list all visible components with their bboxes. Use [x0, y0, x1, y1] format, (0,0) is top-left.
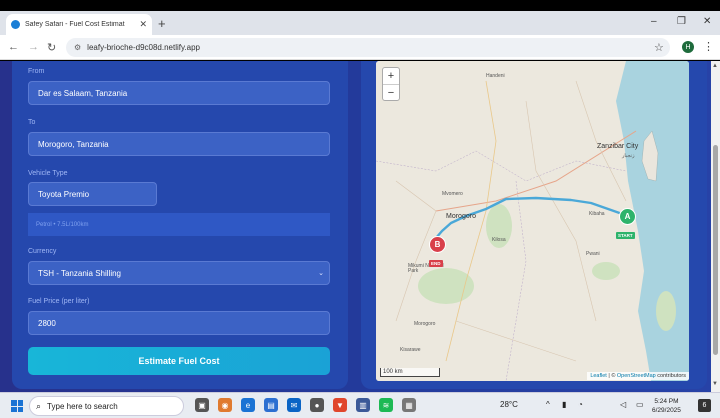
end-marker[interactable]: B: [429, 236, 446, 253]
end-marker-tag: END: [429, 260, 443, 267]
map-label-kisarawe: Kisarawe: [400, 347, 421, 353]
edge-icon[interactable]: e: [241, 398, 255, 412]
map-label-pwani: Pwani: [586, 251, 600, 257]
tray-chevron-icon[interactable]: ^: [546, 400, 550, 409]
weather-widget[interactable]: 28°C: [500, 400, 518, 409]
zoom-out-button[interactable]: −: [383, 85, 399, 102]
volume-icon[interactable]: ◁: [620, 400, 626, 409]
start-marker-tag: START: [616, 232, 635, 239]
browser-menu-icon[interactable]: ⋮: [703, 40, 714, 53]
vehicle-type-label: Vehicle Type: [28, 170, 68, 177]
currency-value: TSH - Tanzania Shilling: [38, 268, 122, 278]
network-icon[interactable]: ◔: [578, 400, 583, 409]
estimate-fuel-cost-button[interactable]: Estimate Fuel Cost: [28, 347, 330, 375]
scroll-down-icon[interactable]: ▼: [712, 381, 718, 387]
photos-icon[interactable]: ▦: [402, 398, 416, 412]
map-label-kilosa: Kilosa: [492, 237, 506, 243]
map-label-morogoro: Morogoro: [446, 213, 476, 220]
taskbar-apps: ▣ ◉ e ▤ ✉ ● ▼ ▥ ≋ ▦: [195, 398, 416, 412]
map-scale: 100 km: [380, 368, 440, 377]
windows-taskbar: ⌕ Type here to search ▣ ◉ e ▤ ✉ ● ▼ ▥ ≋ …: [0, 392, 720, 418]
system-tray: 28°C ^ ▮ ◔ ◁ ▭ 5:24 PM 6/29/2025 6: [500, 397, 718, 415]
fuel-price-input[interactable]: 2800: [28, 311, 330, 335]
from-label: From: [28, 68, 45, 75]
map-zoom-control: + −: [382, 67, 400, 101]
battery-icon[interactable]: ▮: [562, 400, 566, 409]
tab-title: Safey Safari - Fuel Cost Estimat: [25, 21, 125, 28]
leaflet-link[interactable]: Leaflet: [590, 373, 607, 379]
taskbar-search-input[interactable]: ⌕ Type here to search: [29, 396, 184, 416]
clock-time: 5:24 PM: [654, 398, 679, 405]
currency-label: Currency: [28, 248, 57, 255]
osm-link[interactable]: OpenStreetMap: [617, 373, 656, 379]
browser-tab-bar: Safey Safari - Fuel Cost Estimat ✕ + – ❐…: [0, 11, 720, 35]
attribution-tail: contributors: [655, 373, 686, 379]
vehicle-type-select[interactable]: Toyota Premio: [28, 182, 157, 206]
map-tiles: [376, 61, 689, 381]
url-text: leafy-brioche-d9c08d.netlify.app: [87, 43, 200, 52]
currency-select[interactable]: TSH - Tanzania Shilling ⌄: [28, 261, 330, 285]
page-content: From Dar es Salaam, Tanzania To Morogoro…: [0, 61, 711, 392]
back-arrow-icon[interactable]: ←: [8, 41, 19, 53]
site-info-icon[interactable]: ⚙: [74, 43, 81, 52]
file-explorer-icon[interactable]: ▤: [264, 398, 278, 412]
language-icon[interactable]: ▭: [636, 400, 644, 409]
taskbar-search-placeholder: Type here to search: [47, 401, 118, 411]
taskbar-clock[interactable]: 5:24 PM 6/29/2025: [652, 397, 681, 415]
map-label-zanzibar-native: زنجبار: [622, 153, 635, 159]
mail-icon[interactable]: ✉: [287, 398, 301, 412]
start-marker[interactable]: A: [619, 208, 636, 225]
minimize-button[interactable]: –: [651, 16, 657, 27]
address-bar[interactable]: ⚙ leafy-brioche-d9c08d.netlify.app: [66, 38, 670, 57]
chevron-down-icon: ⌄: [318, 270, 324, 277]
page-scrollbar[interactable]: ▲ ▼: [711, 61, 720, 392]
fuel-price-label: Fuel Price (per liter): [28, 298, 90, 305]
map-label-kibaha: Kibaha: [589, 211, 605, 217]
map-label-mvomero: Mvomero: [442, 191, 463, 197]
scroll-up-icon[interactable]: ▲: [712, 63, 718, 69]
from-input[interactable]: Dar es Salaam, Tanzania: [28, 81, 330, 105]
to-input[interactable]: Morogoro, Tanzania: [28, 132, 330, 156]
map-attribution: Leaflet | © OpenStreetMap contributors: [587, 372, 689, 380]
reload-icon[interactable]: ↻: [47, 41, 56, 54]
attribution-separator: | ©: [606, 373, 617, 379]
maximize-button[interactable]: ❐: [677, 16, 686, 27]
spotify-icon[interactable]: ≋: [379, 398, 393, 412]
map-label-morogoro-region: Morogoro: [414, 321, 436, 327]
map-label-zanzibar: Zanzibar City: [597, 143, 639, 150]
new-tab-button[interactable]: +: [158, 16, 166, 31]
zoom-in-button[interactable]: +: [383, 68, 399, 85]
route-map[interactable]: Handeni Zanzibar City زنجبار Morogoro Ki…: [376, 61, 689, 381]
profile-avatar[interactable]: H: [682, 41, 694, 53]
close-window-button[interactable]: ✕: [703, 16, 711, 27]
clock-date: 6/29/2025: [652, 407, 681, 414]
bookmark-star-icon[interactable]: ☆: [654, 41, 664, 54]
brave-icon[interactable]: ▼: [333, 398, 347, 412]
browser-tab[interactable]: Safey Safari - Fuel Cost Estimat ✕: [6, 14, 152, 35]
favicon-icon: [11, 20, 20, 29]
app-icon[interactable]: ▥: [356, 398, 370, 412]
tab-close-icon[interactable]: ✕: [139, 19, 147, 30]
task-view-icon[interactable]: ▣: [195, 398, 209, 412]
scrollbar-thumb[interactable]: [713, 145, 718, 355]
chrome-icon[interactable]: ●: [310, 398, 324, 412]
vehicle-info-text: Petrol • 7.5L/100km: [28, 213, 330, 236]
browser-toolbar: ← → ↻ ⚙ leafy-brioche-d9c08d.netlify.app…: [0, 35, 720, 60]
forward-arrow-icon[interactable]: →: [28, 41, 39, 53]
windows-start-icon[interactable]: [11, 400, 23, 412]
screen-top-bar: [0, 0, 720, 11]
to-label: To: [28, 119, 36, 126]
notification-badge[interactable]: 6: [698, 399, 711, 412]
copilot-icon[interactable]: ◉: [218, 398, 232, 412]
search-icon: ⌕: [36, 400, 42, 411]
map-label-handeni: Handeni: [486, 73, 505, 79]
